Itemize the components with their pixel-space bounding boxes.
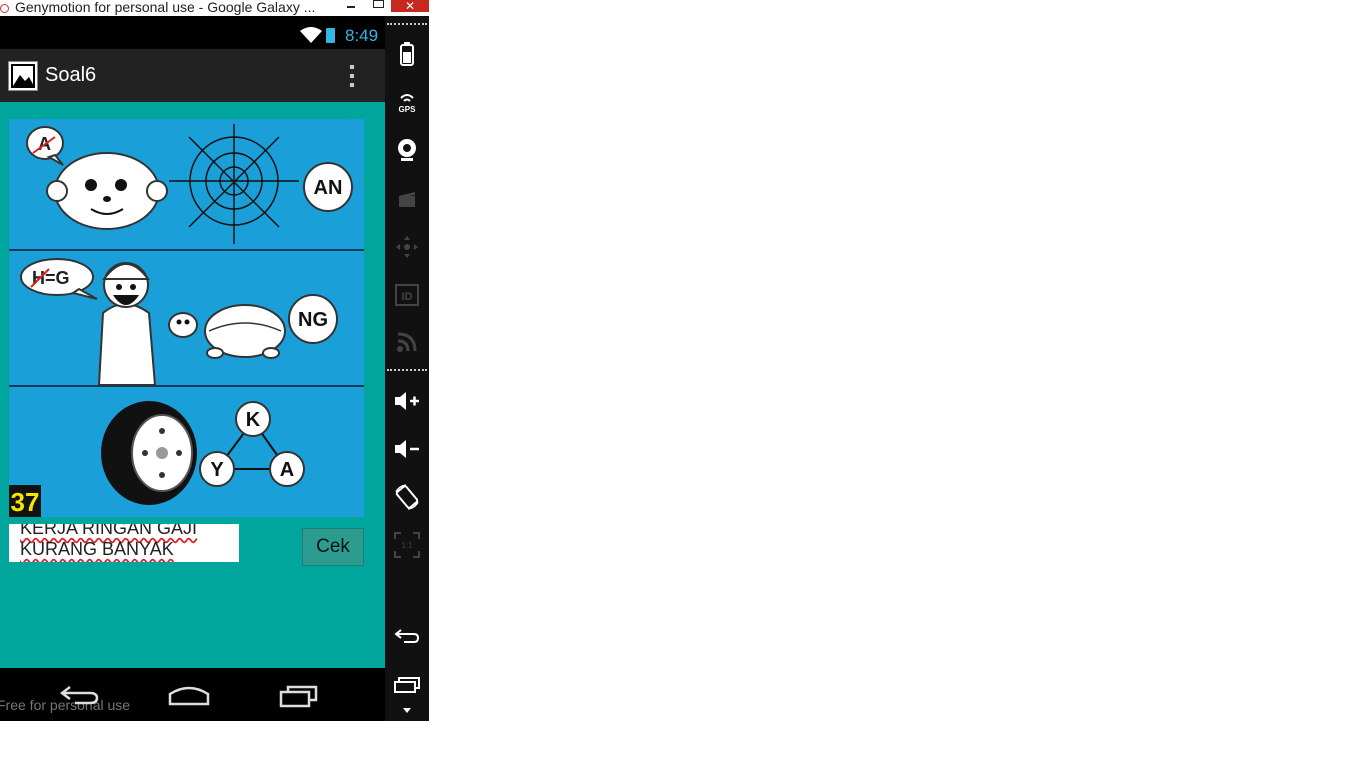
pixel-perfect-icon[interactable]: 1:1	[393, 531, 421, 559]
triangle-right-text: A	[280, 459, 294, 481]
tag-ng-text: NG	[298, 309, 328, 331]
sidebar-recent-apps-icon[interactable]	[393, 671, 421, 699]
device-id-icon[interactable]: ID	[393, 281, 421, 309]
maximize-button[interactable]	[373, 0, 384, 8]
sidebar-more-icon[interactable]	[393, 700, 421, 720]
screencast-icon[interactable]	[393, 185, 421, 213]
genymotion-icon	[0, 4, 9, 13]
app-image-icon[interactable]	[8, 61, 38, 91]
puzzle-image: A AN H=G	[9, 119, 364, 517]
webcam-icon[interactable]	[393, 136, 421, 164]
sidebar-back-icon[interactable]	[393, 622, 421, 650]
window-titlebar: Genymotion for personal use - Google Gal…	[0, 0, 429, 16]
content-area: A AN H=G	[0, 102, 385, 668]
triangle-top-text: K	[246, 409, 261, 431]
home-icon[interactable]	[168, 684, 210, 706]
monkey-icon	[46, 152, 168, 230]
answer-input[interactable]: KERJA RINGAN GAJI KURANG BANYAK	[9, 524, 239, 562]
volume-up-icon[interactable]	[393, 387, 421, 415]
overflow-menu-icon[interactable]	[349, 65, 355, 87]
man-icon	[97, 262, 157, 386]
status-time: 8:49	[345, 26, 379, 45]
spider-web-icon	[169, 124, 299, 244]
sidebar-divider-top	[387, 23, 427, 25]
emulator-window: Genymotion for personal use - Google Gal…	[0, 0, 429, 721]
tire-icon	[101, 401, 197, 505]
action-bar: Soal6	[0, 49, 385, 102]
triangle-left-text: Y	[210, 459, 224, 481]
rotate-icon[interactable]	[393, 483, 421, 511]
rss-icon[interactable]	[393, 328, 421, 356]
back-icon[interactable]	[60, 683, 100, 705]
recent-apps-icon[interactable]	[279, 684, 319, 708]
navigation-bar: Free for personal use	[0, 668, 385, 721]
battery-icon	[326, 28, 335, 43]
minimize-button[interactable]	[345, 0, 357, 12]
svg-text:GPS: GPS	[399, 105, 417, 114]
sidebar-divider-middle	[387, 369, 427, 371]
svg-text:ID: ID	[402, 291, 413, 303]
page-title: Soal6	[45, 64, 97, 86]
gps-icon[interactable]: GPS	[393, 88, 421, 116]
dpad-icon[interactable]	[393, 233, 421, 261]
battery-widget-icon[interactable]	[393, 40, 421, 68]
status-bar: 8:49	[0, 16, 385, 49]
close-button[interactable]: ✕	[391, 0, 429, 12]
answer-line-2: KURANG BANYAK	[20, 539, 174, 559]
window-title: Genymotion for personal use - Google Gal…	[15, 0, 316, 15]
tag-an-text: AN	[314, 177, 343, 199]
emulator-sidebar: GPS ID 1:1	[385, 16, 429, 721]
puzzle-number: 37	[11, 487, 40, 517]
wifi-icon	[300, 27, 322, 43]
turtle-icon	[168, 304, 286, 359]
bubble-hg-text: H=G	[32, 268, 70, 288]
volume-down-icon[interactable]	[393, 435, 421, 463]
cek-button[interactable]: Cek	[302, 528, 364, 566]
answer-line-1: KERJA RINGAN GAJI	[20, 524, 198, 538]
svg-text:1:1: 1:1	[401, 541, 413, 550]
